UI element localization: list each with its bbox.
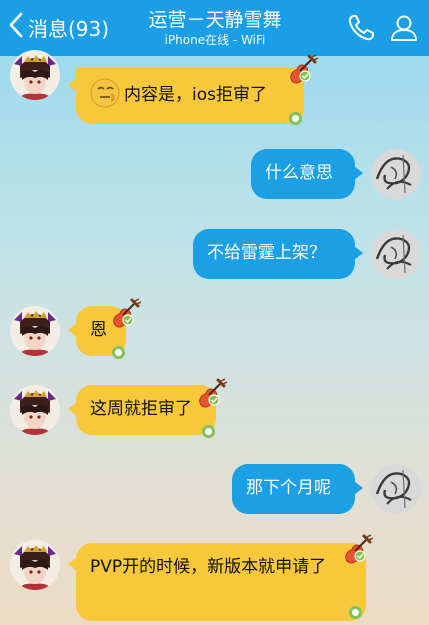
online-status: iPhone在线 - WiFi: [164, 33, 266, 47]
phone-icon[interactable]: [346, 13, 376, 43]
message-bubble-contact[interactable]: 内容是，ios拒审了: [76, 68, 304, 124]
chevron-left-icon: [8, 12, 24, 42]
message-text: PVP开的时候，新版本就申请了: [90, 557, 327, 577]
message-bubble-me[interactable]: 不给雷霆上架？: [193, 229, 355, 279]
status-dot: [112, 346, 125, 359]
chat-title-area: 运营－天静雪舞 iPhone在线 - WiFi: [110, 8, 320, 48]
emoji-icon: [90, 78, 120, 108]
message-text: 恩: [90, 320, 107, 340]
my-avatar[interactable]: [371, 464, 421, 514]
message-bubble-me[interactable]: 什么意思: [251, 149, 355, 199]
bubble-tail: [354, 246, 363, 260]
contact-avatar[interactable]: [10, 306, 60, 356]
contact-avatar[interactable]: [10, 50, 60, 100]
message-text: 不给雷霆上架？: [207, 243, 326, 263]
chat-screen: 消息(93) 运营－天静雪舞 iPhone在线 - WiFi 内容是，ios拒审…: [0, 0, 429, 625]
bubble-tail: [354, 166, 363, 180]
status-dot: [289, 112, 302, 125]
my-avatar[interactable]: [371, 149, 421, 199]
contact-avatar[interactable]: [10, 540, 60, 590]
my-avatar[interactable]: [371, 229, 421, 279]
chat-title: 运营－天静雪舞: [148, 9, 282, 31]
message-text: 什么意思: [265, 163, 333, 183]
guitar-badge-icon: [340, 532, 374, 566]
contact-avatar[interactable]: [10, 385, 60, 435]
bubble-tail: [354, 481, 363, 495]
chat-header: 消息(93) 运营－天静雪舞 iPhone在线 - WiFi: [0, 0, 429, 56]
guitar-badge-icon: [108, 296, 142, 330]
message-text: 内容是，ios拒审了: [124, 85, 267, 105]
message-text: 这周就拒审了: [90, 399, 192, 419]
guitar-badge-icon: [285, 52, 319, 86]
status-dot: [202, 425, 215, 438]
profile-icon[interactable]: [389, 13, 419, 43]
message-bubble-me[interactable]: 那下个月呢: [232, 464, 355, 514]
status-dot: [349, 606, 362, 619]
message-text: 那下个月呢: [246, 478, 331, 498]
back-label: 消息(93): [28, 16, 110, 41]
back-button[interactable]: 消息(93): [8, 12, 109, 42]
guitar-badge-icon: [194, 376, 228, 410]
message-bubble-contact[interactable]: PVP开的时候，新版本就申请了: [76, 543, 366, 621]
